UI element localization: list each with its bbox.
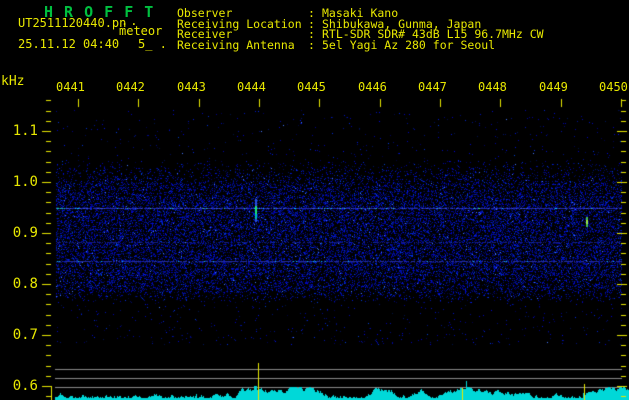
frequency-unit-label: kHz: [1, 74, 25, 89]
spectrogram-canvas: [0, 0, 629, 400]
observation-name-label: meteor: [119, 24, 163, 38]
hrofft-screen: H R O F F T UT2511120440.pn .. meteor 25…: [0, 0, 629, 400]
date-time-suffix: 5_ .: [138, 37, 167, 51]
date-time-label: 25.11.12 04:40: [18, 37, 120, 51]
output-filename: UT2511120440.pn: [18, 16, 127, 30]
